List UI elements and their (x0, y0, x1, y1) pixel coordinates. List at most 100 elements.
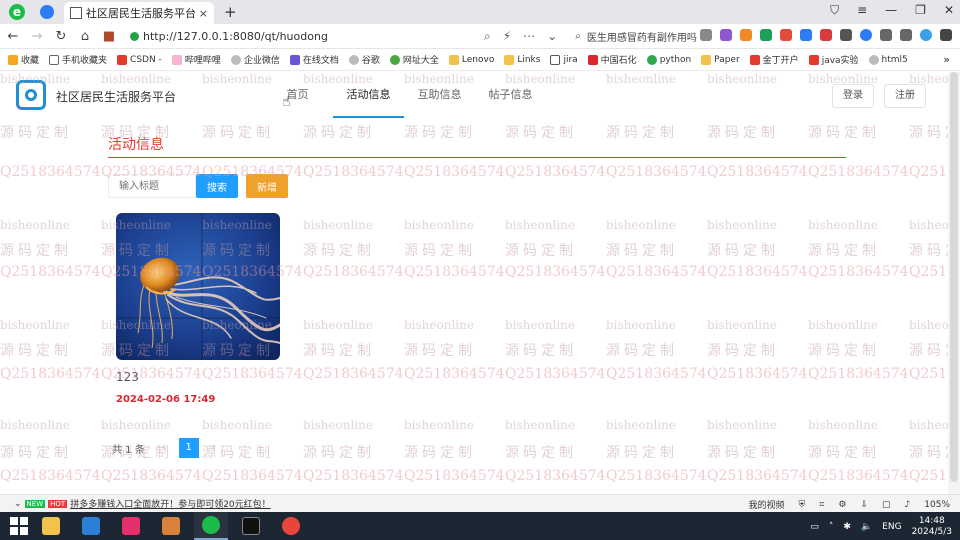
bookmark-item[interactable]: 收藏 (8, 53, 39, 66)
hand-cursor-icon: ☝ (282, 94, 291, 110)
bookmarks-more-icon[interactable]: » (943, 53, 950, 66)
taskbar-explorer-icon[interactable] (34, 512, 68, 540)
nav-home[interactable]: 首页 (262, 72, 333, 118)
taskbar-terminal-icon[interactable] (234, 512, 268, 540)
browser-search-text[interactable]: 医生用感冒药有副作用吗 (587, 29, 697, 44)
bookmark-item[interactable]: html5 (868, 54, 908, 65)
puzzle-icon[interactable] (840, 29, 852, 41)
register-button[interactable]: 注册 (884, 84, 926, 108)
page-number-current[interactable]: 1 (178, 438, 199, 458)
mail-icon[interactable] (800, 29, 812, 41)
bookmark-folder[interactable]: Paper (701, 54, 740, 65)
tray-chevron-icon[interactable]: ˄ (829, 522, 834, 532)
taskbar-notes-icon[interactable] (154, 512, 188, 540)
forward-icon[interactable]: → (26, 29, 48, 44)
page-scrollbar[interactable] (948, 72, 960, 494)
lightning-icon[interactable]: ⚡ (503, 29, 511, 44)
menu-lines-icon[interactable]: ≡ (857, 3, 867, 18)
extension-green-icon[interactable] (760, 29, 772, 41)
bookmark-item[interactable]: 中国石化 (587, 53, 637, 66)
minimize-icon[interactable]: — (885, 3, 897, 18)
my-video-link[interactable]: 我的视频 (749, 498, 785, 511)
zoom-level[interactable]: 105% (924, 500, 950, 510)
new-tag: NEW (24, 499, 46, 508)
windows-start-icon[interactable] (10, 517, 28, 535)
extension-red2-icon[interactable] (820, 29, 832, 41)
bookmark-item[interactable]: 在线文档 (289, 53, 339, 66)
chevron-down-icon[interactable]: ⌄ (547, 29, 557, 44)
activity-card[interactable]: 123 2024-02-06 17:49 (116, 213, 280, 405)
bookmark-item[interactable]: CSDN - (117, 54, 162, 65)
bookmark-item[interactable]: 网址大全 (389, 53, 439, 66)
title-search-input[interactable] (108, 174, 196, 198)
search-button[interactable]: 搜索 (196, 174, 238, 198)
profile-icon[interactable] (860, 29, 872, 41)
sound-icon[interactable]: ♪ (905, 500, 911, 510)
window-icon[interactable]: ▢ (882, 500, 891, 510)
bookmark-item[interactable]: java实验 (808, 53, 859, 66)
browser-logo-icon[interactable]: e (6, 1, 28, 23)
taskbar-vscode-icon[interactable] (74, 512, 108, 540)
taskbar-chrome-icon[interactable] (274, 512, 308, 540)
web-page: 社区居民生活服务平台 首页 活动信息 互助信息 帖子信息 ☝ 登录 注册 活动信… (0, 72, 948, 494)
bookmark-item[interactable]: jira (550, 54, 578, 65)
zoom-icon[interactable]: ⌕ (484, 29, 491, 44)
more-dots-icon[interactable]: ⋯ (523, 29, 535, 44)
scrollbar-thumb[interactable] (950, 72, 958, 482)
section-divider (108, 157, 846, 158)
volume-icon[interactable]: 🔈 (861, 522, 872, 532)
bookmark-item[interactable]: 金丁开户 (749, 53, 799, 66)
gear-icon[interactable]: ⚙ (838, 500, 846, 510)
undo-icon[interactable] (900, 29, 912, 41)
extension-bag-icon[interactable]: ■ (98, 29, 120, 44)
bookmark-item[interactable]: 哔哩哔哩 (171, 53, 221, 66)
url-text[interactable]: http://127.0.0.1:8080/qt/huodong (143, 30, 328, 43)
download-icon[interactable] (880, 29, 892, 41)
bookmark-item[interactable]: 手机收藏夹 (49, 53, 107, 66)
system-clock[interactable]: 14:48 2024/5/3 (912, 516, 952, 538)
extension-orange-icon[interactable] (740, 29, 752, 41)
browser-tab-active[interactable]: 社区居民生活服务平台 × (64, 2, 214, 24)
extension-purple-icon[interactable] (720, 29, 732, 41)
chart-icon[interactable]: ⌗ (819, 500, 824, 510)
nav-posts[interactable]: 帖子信息 (475, 72, 546, 118)
chevron-icon[interactable]: ⌄ (14, 499, 22, 509)
edge-icon[interactable] (920, 29, 932, 41)
bookmark-folder[interactable]: Links (504, 54, 540, 65)
site-logo-icon[interactable] (16, 80, 46, 110)
language-indicator[interactable]: ENG (882, 522, 901, 532)
main-menu-icon[interactable] (940, 29, 952, 41)
taskbar-idea-icon[interactable] (114, 512, 148, 540)
shield-icon[interactable]: ⛨ (799, 500, 806, 510)
bookmark-item[interactable]: python (646, 54, 691, 65)
tab-close-icon[interactable]: × (199, 7, 208, 20)
url-field[interactable]: http://127.0.0.1:8080/qt/huodong (130, 26, 480, 46)
nav-mutual-aid[interactable]: 互助信息 (404, 72, 475, 118)
activity-image[interactable] (116, 213, 280, 360)
reload-icon[interactable]: ↻ (50, 29, 72, 44)
extension-red-icon[interactable] (780, 29, 792, 41)
login-button[interactable]: 登录 (832, 84, 874, 108)
back-icon[interactable]: ← (2, 29, 24, 44)
status-news-link[interactable]: 拼多多赚钱入口全面放开！参与即可领20元红包！ (70, 497, 270, 510)
scissors-icon[interactable] (700, 29, 712, 41)
bookmark-item[interactable]: 企业微信 (230, 53, 280, 66)
nav-activity[interactable]: 活动信息 (333, 72, 404, 118)
prev-page-button[interactable]: ‹ (155, 439, 173, 457)
sidebar-toggle-icon[interactable] (40, 5, 54, 19)
network-icon[interactable]: ▭ (810, 522, 819, 532)
shirt-skin-icon[interactable]: ⛉ (830, 3, 839, 18)
home-icon[interactable]: ⌂ (74, 29, 96, 44)
bluetooth-icon[interactable]: ✱ (843, 522, 851, 532)
new-tab-button[interactable]: + (224, 3, 237, 21)
restore-icon[interactable]: ❐ (915, 3, 926, 18)
add-button[interactable]: 新增 (246, 174, 288, 198)
secure-icon (130, 31, 139, 41)
download-status-icon[interactable]: ⇩ (860, 500, 868, 510)
taskbar-browser-icon[interactable] (194, 512, 228, 540)
bookmark-item[interactable]: 谷歌 (348, 53, 380, 66)
close-window-icon[interactable]: ✕ (944, 3, 954, 18)
activity-title[interactable]: 123 (116, 370, 280, 384)
bookmark-folder[interactable]: Lenovo (448, 54, 494, 65)
next-page-button[interactable]: › (205, 439, 223, 457)
